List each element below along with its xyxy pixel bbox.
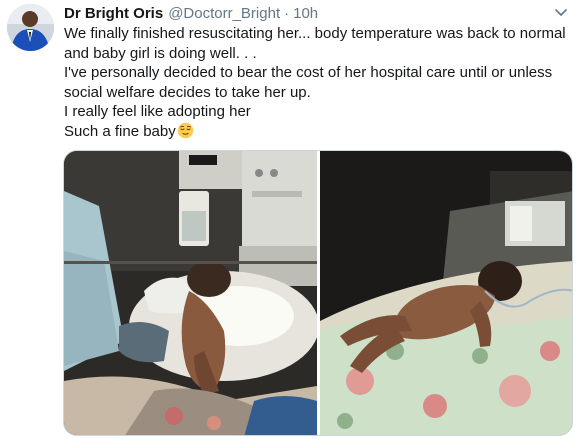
user-handle[interactable]: @Doctorr_Bright: [168, 4, 280, 24]
chevron-down-icon: [555, 9, 567, 16]
media-grid: [63, 150, 573, 436]
tweet-text-line: and baby girl is doing well. . .: [64, 44, 257, 62]
tweet-text: We finally finished resuscitating her...…: [64, 24, 574, 144]
relieved-face-icon: [177, 122, 194, 145]
photo-baby-on-bed[interactable]: [320, 151, 572, 435]
photo-incubator[interactable]: [64, 151, 317, 435]
tweet-card[interactable]: Dr Bright Oris @Doctorr_Bright · 10h We …: [0, 0, 578, 439]
tweet-text-line: I really feel like adopting her: [64, 103, 251, 120]
avatar[interactable]: [7, 4, 54, 51]
tweet-header: Dr Bright Oris @Doctorr_Bright · 10h: [64, 4, 318, 24]
more-options-button[interactable]: [550, 2, 572, 24]
tweet-text-line: Such a fine baby: [64, 122, 176, 140]
separator-dot: ·: [284, 5, 290, 22]
display-name[interactable]: Dr Bright Oris: [64, 4, 163, 24]
tweet-text-line: social welfare decides to take her up.: [64, 83, 311, 101]
tweet-text-line: We finally finished resuscitating her...…: [64, 25, 566, 42]
tweet-text-line-last: Such a fine baby: [64, 122, 574, 145]
tweet-text-line: I've personally decided to bear the cost…: [64, 64, 553, 81]
timestamp[interactable]: 10h: [293, 4, 318, 24]
